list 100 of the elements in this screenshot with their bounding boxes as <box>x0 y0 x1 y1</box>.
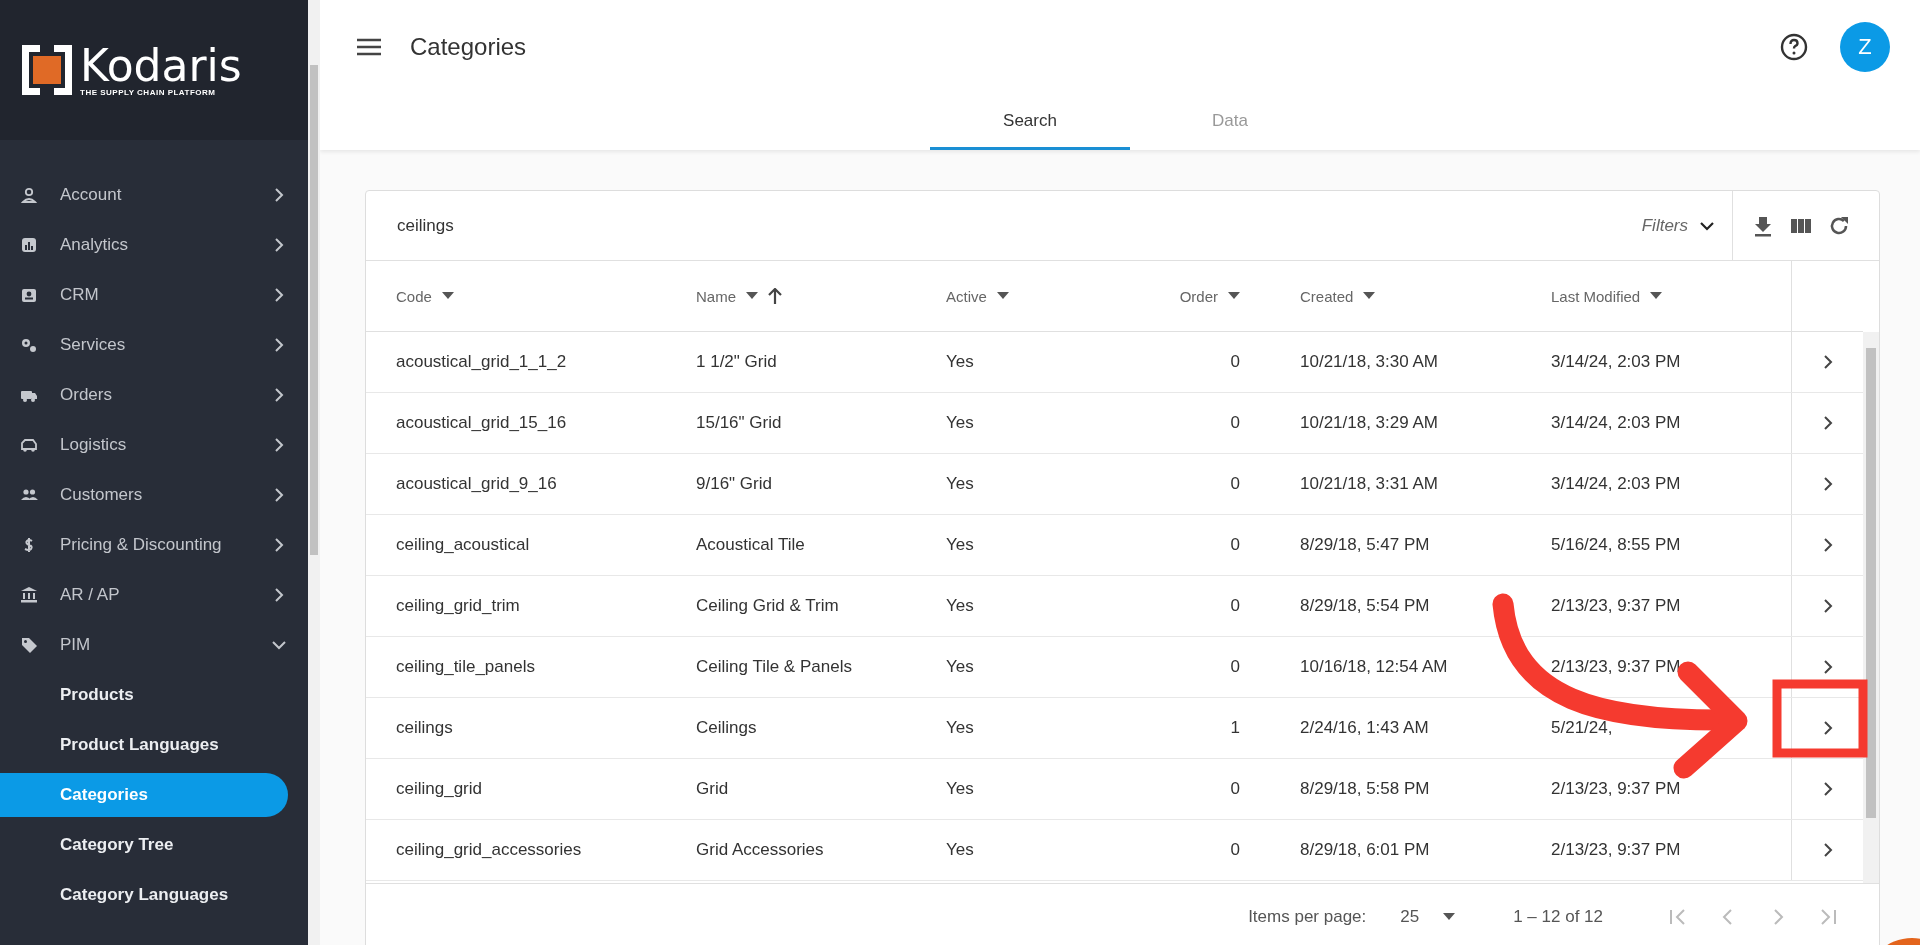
table-cell: Yes <box>946 779 974 799</box>
table-cell: 3/14/24, 2:03 PM <box>1551 474 1681 494</box>
chevron-down-icon <box>1700 220 1714 231</box>
user-icon <box>20 186 38 204</box>
tag-icon <box>20 636 38 654</box>
bank-icon <box>20 586 38 604</box>
table-cell: 0 <box>1230 657 1240 677</box>
table-cell: acoustical_grid_1_1_2 <box>396 352 567 372</box>
table-cell: ceiling_grid <box>396 779 482 799</box>
column-header[interactable]: Created <box>1300 287 1354 305</box>
table-cell: 5/21/24, <box>1551 718 1613 738</box>
sidebar-item[interactable]: Services <box>0 320 308 370</box>
table-cell: Acoustical Tile <box>696 535 805 555</box>
table-cell: ceiling_tile_panels <box>396 657 535 677</box>
table-cell: 1 1/2" Grid <box>696 352 777 372</box>
sidebar-item[interactable]: Orders <box>0 370 308 420</box>
brand-name: Kodaris <box>80 43 242 88</box>
sort-caret-icon[interactable] <box>1650 292 1663 300</box>
table-cell: 0 <box>1230 535 1240 555</box>
caret-icon <box>1443 913 1456 921</box>
sidebar-item[interactable]: AR / AP <box>0 570 308 620</box>
chart-icon <box>20 236 38 254</box>
items-per-page-label: Items per page: <box>1248 907 1367 927</box>
table-scrollbar[interactable] <box>1863 332 1879 883</box>
table-cell: 8/29/18, 5:58 PM <box>1300 779 1430 799</box>
sidebar-subitem[interactable]: Category Languages <box>0 873 288 917</box>
table-cell: 0 <box>1230 413 1240 433</box>
table-cell: ceiling_grid_trim <box>396 596 520 616</box>
table-cell: Ceilings <box>696 718 757 738</box>
table-cell: Yes <box>946 535 974 555</box>
sidebar-item[interactable]: CRM <box>0 270 308 320</box>
help-icon[interactable] <box>1780 33 1808 61</box>
sidebar-item[interactable]: Logistics <box>0 420 308 470</box>
column-header[interactable]: Last Modified <box>1551 287 1641 305</box>
page-title: Categories <box>410 33 528 61</box>
column-header[interactable]: Order <box>1179 287 1218 305</box>
table-cell: 8/29/18, 5:47 PM <box>1300 535 1430 555</box>
table-cell: 2/24/16, 1:43 AM <box>1300 718 1429 738</box>
logo-icon <box>22 45 72 95</box>
scrollbar-thumb[interactable] <box>310 65 318 555</box>
table-cell: Yes <box>946 718 974 738</box>
table-cell: Yes <box>946 413 974 433</box>
table-cell: Yes <box>946 474 974 494</box>
sidebar-subitem[interactable]: Category Tree <box>0 823 288 867</box>
sidebar-subitem[interactable]: Product Languages <box>0 723 288 767</box>
sort-caret-icon[interactable] <box>441 292 454 300</box>
table-cell: 8/29/18, 5:54 PM <box>1300 596 1430 616</box>
table-cell: 10/21/18, 3:31 AM <box>1300 474 1438 494</box>
table-cell: Yes <box>946 657 974 677</box>
table-cell: 3/14/24, 2:03 PM <box>1551 352 1681 372</box>
table-cell: Ceiling Tile & Panels <box>696 657 852 677</box>
sort-caret-icon[interactable] <box>1228 292 1240 300</box>
table-cell: 10/16/18, 12:54 AM <box>1300 657 1448 677</box>
column-header[interactable]: Code <box>396 287 432 305</box>
tab[interactable]: Search <box>930 94 1130 150</box>
menu-icon[interactable] <box>356 37 382 57</box>
table-cell: Grid Accessories <box>696 840 824 860</box>
table-cell: 10/21/18, 3:29 AM <box>1300 413 1438 433</box>
sidebar-subitem[interactable]: Products <box>0 673 288 717</box>
table-cell: 2/13/23, 9:37 PM <box>1551 840 1681 860</box>
table-cell: 9/16" Grid <box>696 474 772 494</box>
table-cell: 2/13/23, 9:37 PM <box>1551 779 1681 799</box>
table-cell: 0 <box>1230 474 1240 494</box>
column-header[interactable]: Name <box>696 287 736 305</box>
sidebar-item[interactable]: Pricing & Discounting <box>0 520 308 570</box>
table-cell: ceiling_acoustical <box>396 535 530 555</box>
table-cell: 0 <box>1230 352 1240 372</box>
sort-caret-icon[interactable] <box>996 292 1009 300</box>
sort-caret-icon[interactable] <box>1363 292 1376 300</box>
sort-up-arrow-icon[interactable] <box>768 288 782 304</box>
filters-dropdown[interactable]: Filters <box>1635 191 1733 260</box>
car-icon <box>20 436 38 454</box>
sidebar-item[interactable]: PIM <box>0 620 308 670</box>
table-cell: 3/14/24, 2:03 PM <box>1551 413 1681 433</box>
table-cell: 2/13/23, 9:37 PM <box>1551 657 1681 677</box>
sort-caret-icon[interactable] <box>746 292 758 300</box>
table-cell: 10/21/18, 3:30 AM <box>1300 352 1438 372</box>
table-cell: 0 <box>1230 840 1240 860</box>
table-cell: 2/13/23, 9:37 PM <box>1551 596 1681 616</box>
table-cell: ceiling_grid_accessories <box>396 840 582 860</box>
table-cell: 8/29/18, 6:01 PM <box>1300 840 1430 860</box>
sidebar-item[interactable]: Account <box>0 170 308 220</box>
table-cell: acoustical_grid_9_16 <box>396 474 557 494</box>
search-field[interactable]: ceilings <box>366 190 1636 261</box>
contact-card-icon <box>20 286 38 304</box>
table-cell: Grid <box>696 779 729 799</box>
table-cell: Ceiling Grid & Trim <box>696 596 839 616</box>
table-cell: ceilings <box>396 718 453 738</box>
table-cell: Yes <box>946 352 974 372</box>
table-cell: Yes <box>946 596 974 616</box>
table-cell: Yes <box>946 840 974 860</box>
sidebar-item[interactable]: Analytics <box>0 220 308 270</box>
column-header[interactable]: Active <box>946 287 987 305</box>
table-cell: 5/16/24, 8:55 PM <box>1551 535 1681 555</box>
sidebar-item[interactable]: Customers <box>0 470 308 520</box>
table-cell: 0 <box>1230 596 1240 616</box>
page-size-select[interactable]: 25 <box>1394 906 1462 928</box>
table-cell: acoustical_grid_15_16 <box>396 413 567 433</box>
table-cell: 1 <box>1230 718 1240 738</box>
table-cell: 15/16" Grid <box>696 413 782 433</box>
